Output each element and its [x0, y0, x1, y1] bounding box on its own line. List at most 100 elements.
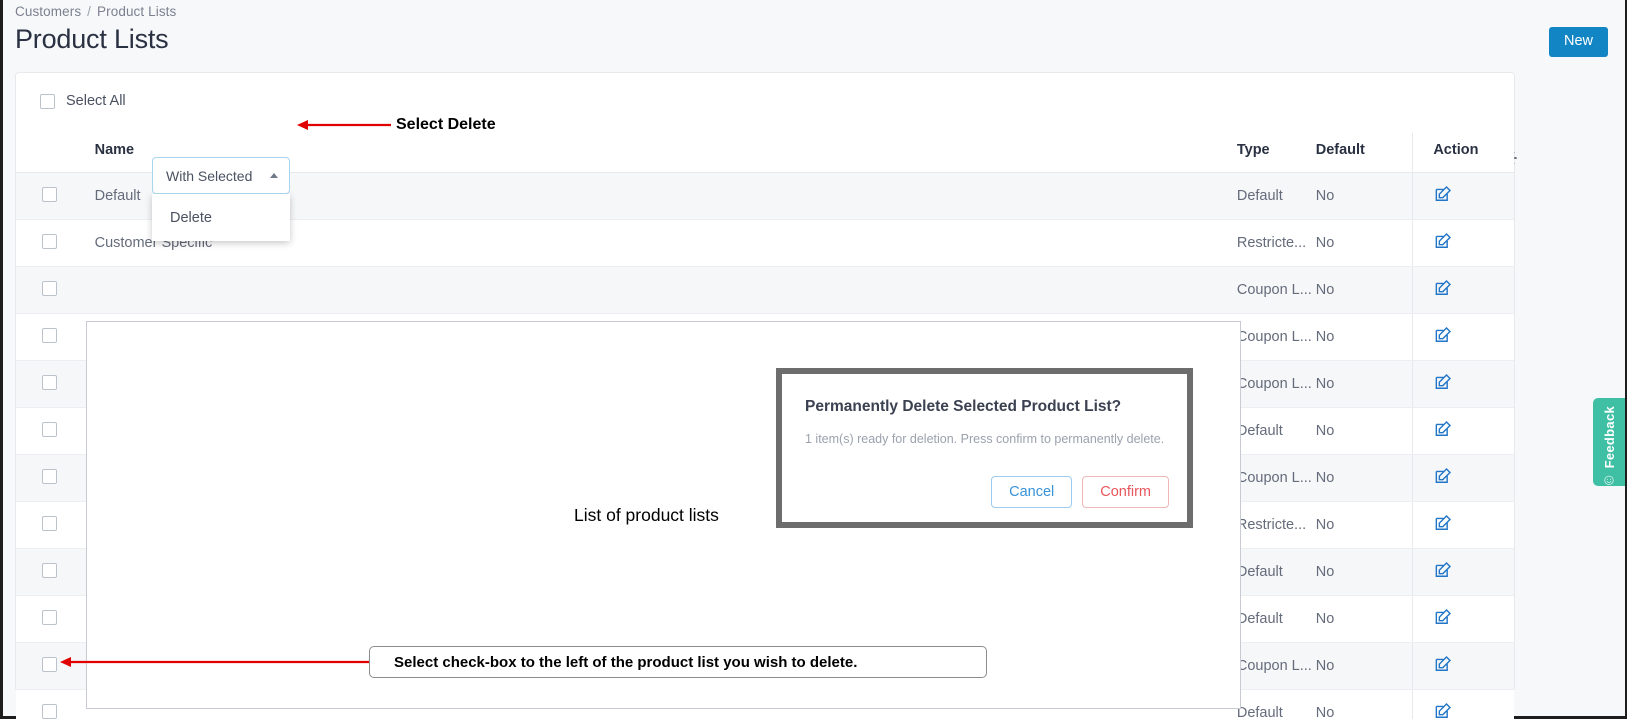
row-default: No: [1316, 408, 1413, 455]
breadcrumb-parent[interactable]: Customers: [15, 4, 81, 19]
edit-icon[interactable]: [1433, 419, 1453, 443]
edit-icon[interactable]: [1433, 701, 1453, 719]
row-checkbox[interactable]: [42, 234, 57, 249]
row-checkbox[interactable]: [42, 469, 57, 484]
row-default: No: [1316, 502, 1413, 549]
annotation-checkbox-callout: Select check-box to the left of the prod…: [369, 646, 987, 678]
row-default: No: [1316, 690, 1413, 719]
row-type: Default: [1237, 549, 1316, 596]
delete-confirm-modal: Permanently Delete Selected Product List…: [776, 368, 1193, 528]
edit-icon[interactable]: [1433, 231, 1453, 255]
cancel-button[interactable]: Cancel: [991, 476, 1072, 509]
row-checkbox[interactable]: [42, 328, 57, 343]
row-type: Coupon L...: [1237, 455, 1316, 502]
annotation-arrow-select-delete: [295, 113, 395, 137]
row-action-cell: [1413, 361, 1514, 408]
edit-icon[interactable]: [1433, 654, 1453, 678]
row-checkbox-cell[interactable]: [16, 549, 69, 596]
modal-actions: Cancel Confirm: [991, 476, 1169, 509]
row-checkbox-cell[interactable]: [16, 408, 69, 455]
row-checkbox-cell[interactable]: [16, 361, 69, 408]
row-action-cell: [1413, 690, 1514, 719]
smiley-face-icon: [1601, 475, 1617, 486]
row-type: Coupon L...: [1237, 314, 1316, 361]
edit-icon[interactable]: [1433, 184, 1453, 208]
row-checkbox[interactable]: [42, 657, 57, 672]
row-checkbox[interactable]: [42, 375, 57, 390]
modal-title: Permanently Delete Selected Product List…: [782, 374, 1187, 416]
edit-icon[interactable]: [1433, 325, 1453, 349]
chevron-up-icon: [270, 173, 278, 178]
breadcrumb-separator: /: [87, 4, 91, 19]
row-action-cell: [1413, 314, 1514, 361]
row-type: Default: [1237, 596, 1316, 643]
row-checkbox-cell[interactable]: [16, 690, 69, 719]
row-action-cell: [1413, 502, 1514, 549]
row-checkbox-cell[interactable]: [16, 220, 69, 267]
row-default: No: [1316, 361, 1413, 408]
annotation-arrow-checkbox: [58, 650, 376, 674]
row-action-cell: [1413, 267, 1514, 314]
edit-icon[interactable]: [1433, 560, 1453, 584]
row-default: No: [1316, 455, 1413, 502]
with-selected-dropdown[interactable]: With Selected: [152, 157, 290, 194]
edit-icon[interactable]: [1433, 513, 1453, 537]
menu-item-delete[interactable]: Delete: [152, 210, 212, 226]
row-default: No: [1316, 643, 1413, 690]
row-default: No: [1316, 173, 1413, 220]
select-all-checkbox[interactable]: [40, 94, 55, 109]
row-type: Default: [1237, 690, 1316, 719]
row-checkbox[interactable]: [42, 704, 57, 719]
row-type: Coupon L...: [1237, 267, 1316, 314]
row-action-cell: [1413, 173, 1514, 220]
table-row[interactable]: Coupon L...No: [16, 267, 1514, 314]
row-checkbox[interactable]: [42, 422, 57, 437]
row-action-cell: [1413, 549, 1514, 596]
annotation-list-of-product-lists: List of product lists: [574, 505, 719, 526]
product-lists-card: Select All Type: [15, 72, 1515, 692]
row-action-cell: [1413, 220, 1514, 267]
feedback-label: Feedback: [1602, 406, 1617, 468]
row-type: Restricte...: [1237, 502, 1316, 549]
new-button[interactable]: New: [1549, 27, 1608, 57]
annotation-checkbox-text: Select check-box to the left of the prod…: [370, 654, 857, 671]
row-default: No: [1316, 220, 1413, 267]
row-action-cell: [1413, 408, 1514, 455]
row-checkbox-cell[interactable]: [16, 267, 69, 314]
edit-icon[interactable]: [1433, 372, 1453, 396]
edit-icon[interactable]: [1433, 466, 1453, 490]
breadcrumb: Customers / Product Lists: [15, 4, 176, 19]
annotation-select-delete-text: Select Delete: [396, 116, 496, 134]
row-checkbox[interactable]: [42, 281, 57, 296]
edit-icon[interactable]: [1433, 278, 1453, 302]
feedback-tab[interactable]: Feedback: [1593, 398, 1625, 486]
edit-icon[interactable]: [1433, 607, 1453, 631]
select-all-control[interactable]: Select All: [40, 93, 126, 109]
row-checkbox[interactable]: [42, 187, 57, 202]
confirm-button[interactable]: Confirm: [1082, 476, 1169, 509]
row-type: Restricte...: [1237, 220, 1316, 267]
row-checkbox-cell[interactable]: [16, 173, 69, 220]
row-type: Default: [1237, 173, 1316, 220]
row-checkbox[interactable]: [42, 610, 57, 625]
row-checkbox-cell[interactable]: [16, 502, 69, 549]
row-default: No: [1316, 267, 1413, 314]
select-all-label: Select All: [66, 93, 126, 109]
row-default: No: [1316, 549, 1413, 596]
row-name: [69, 267, 1237, 314]
row-checkbox[interactable]: [42, 563, 57, 578]
header-checkbox: [16, 133, 69, 173]
row-type: Coupon L...: [1237, 643, 1316, 690]
header-action: Action: [1413, 133, 1514, 173]
row-checkbox-cell[interactable]: [16, 314, 69, 361]
page-title: Product Lists: [15, 24, 168, 55]
table-toolbar: Select All Type: [16, 73, 1514, 133]
row-checkbox-cell[interactable]: [16, 455, 69, 502]
row-checkbox-cell[interactable]: [16, 596, 69, 643]
row-type: Coupon L...: [1237, 361, 1316, 408]
header-type[interactable]: Type: [1237, 133, 1316, 173]
row-action-cell: [1413, 596, 1514, 643]
row-action-cell: [1413, 455, 1514, 502]
row-checkbox[interactable]: [42, 516, 57, 531]
header-default[interactable]: Default: [1316, 133, 1413, 173]
